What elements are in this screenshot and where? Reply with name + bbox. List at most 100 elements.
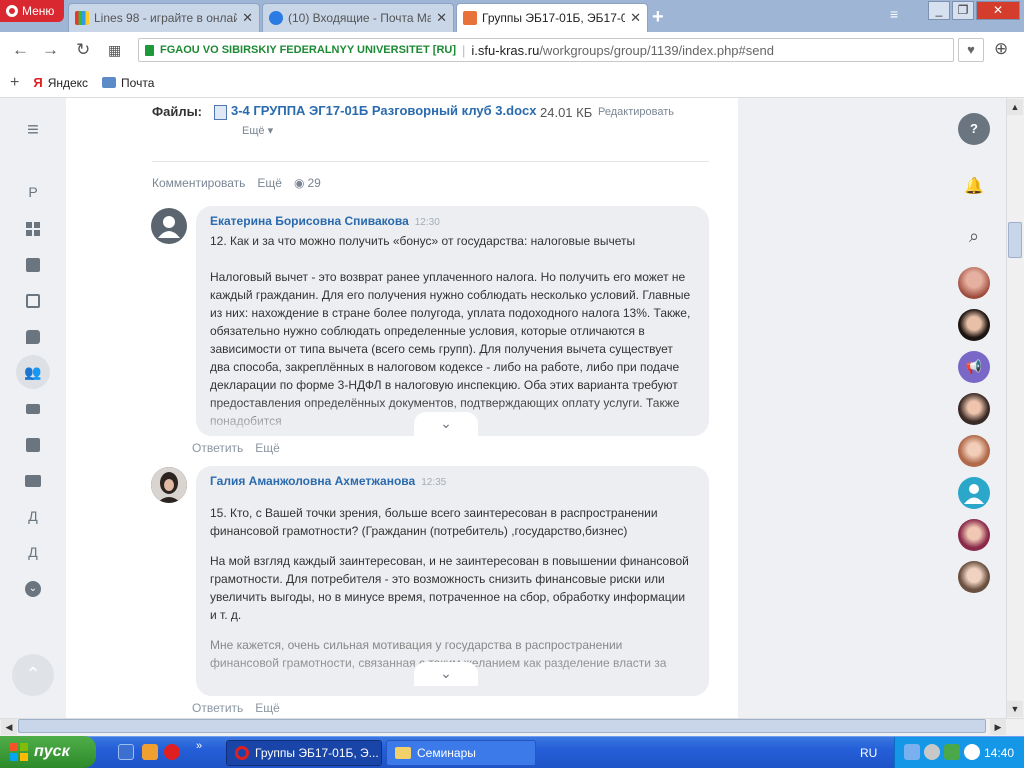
tab-groups[interactable]: Группы ЭБ17-01Б, ЭБ17-02Б ✕ bbox=[456, 3, 648, 32]
comment-author[interactable]: Галия Аманжоловна Ахметжанова 12:35 bbox=[210, 474, 446, 488]
comment-bubble: Екатерина Борисовна Спивакова 12:30 12. К… bbox=[196, 206, 709, 436]
reply-button[interactable]: Ответить bbox=[192, 701, 243, 715]
menu-label: Меню bbox=[22, 4, 55, 18]
close-icon[interactable]: ✕ bbox=[436, 10, 447, 26]
nav-letter-d2[interactable]: Д bbox=[20, 539, 46, 565]
user-silhouette-icon[interactable] bbox=[958, 477, 990, 509]
bookmark-mail[interactable]: Почта bbox=[102, 76, 154, 90]
file-edit-link[interactable]: Редактировать bbox=[598, 106, 674, 118]
opera-icon bbox=[235, 746, 249, 760]
comment-author[interactable]: Екатерина Борисовна Спивакова 12:30 bbox=[210, 214, 440, 228]
vertical-scrollbar[interactable] bbox=[1006, 98, 1024, 718]
scroll-up-icon[interactable]: ⌃ bbox=[12, 654, 54, 696]
quicklaunch-expand-icon[interactable]: » bbox=[196, 740, 202, 752]
task-label: Группы ЭБ17-01Б, Э... bbox=[255, 746, 379, 760]
tab-menu-icon[interactable]: ≡ bbox=[890, 6, 898, 22]
search-icon[interactable]: ⌕ bbox=[960, 222, 988, 250]
hamburger-icon[interactable]: ≡ bbox=[20, 117, 46, 143]
file-more-link[interactable]: Ещё ▾ bbox=[242, 124, 273, 137]
chat-icon[interactable] bbox=[20, 323, 46, 349]
tray-icon[interactable] bbox=[944, 744, 960, 760]
bell-icon[interactable]: 🔔 bbox=[960, 173, 988, 201]
contact-avatar[interactable] bbox=[958, 267, 990, 299]
contact-avatar[interactable] bbox=[958, 393, 990, 425]
opera-icon[interactable] bbox=[164, 744, 180, 760]
scroll-left-arrow-icon[interactable]: ◀ bbox=[1, 719, 17, 735]
mail-favicon-icon bbox=[269, 11, 283, 25]
task-opera[interactable]: Группы ЭБ17-01Б, Э... bbox=[226, 740, 382, 766]
help-icon[interactable]: ? bbox=[958, 113, 990, 145]
contact-avatar[interactable] bbox=[958, 309, 990, 341]
avatar[interactable] bbox=[151, 467, 187, 503]
post-more-button[interactable]: Ещё bbox=[257, 176, 282, 190]
speed-dial-icon[interactable]: ▦ bbox=[108, 42, 121, 59]
scroll-down-arrow-icon[interactable]: ▼ bbox=[1007, 701, 1023, 717]
back-icon[interactable]: ← bbox=[12, 40, 29, 60]
start-button[interactable]: пуск bbox=[0, 736, 96, 768]
files-label: Файлы: bbox=[152, 104, 203, 119]
tasks-icon[interactable] bbox=[20, 287, 46, 313]
scroll-right-arrow-icon[interactable]: ▶ bbox=[990, 719, 1006, 735]
calendar-icon[interactable] bbox=[20, 431, 46, 457]
lock-icon bbox=[145, 44, 154, 56]
show-desktop-icon[interactable] bbox=[118, 744, 134, 760]
groups-icon[interactable]: 👥 bbox=[16, 355, 50, 389]
nav-letter-r[interactable]: Р bbox=[20, 179, 46, 205]
divider bbox=[152, 161, 709, 162]
comment-more-button[interactable]: Ещё bbox=[255, 701, 280, 715]
tab-mail[interactable]: (10) Входящие - Почта Mail.R ✕ bbox=[262, 3, 454, 32]
url-field[interactable]: FGAOU VO SIBIRSKIY FEDERALNYY UNIVERSITE… bbox=[138, 38, 954, 62]
comment-paragraph: 12. Как и за что можно получить «бонус» … bbox=[210, 234, 636, 248]
new-tab-icon[interactable]: + bbox=[652, 6, 664, 29]
contact-avatar[interactable] bbox=[958, 561, 990, 593]
heart-icon[interactable]: ♥ bbox=[958, 38, 984, 62]
contact-avatar[interactable] bbox=[958, 435, 990, 467]
comment-time: 12:30 bbox=[414, 217, 440, 228]
task-folder[interactable]: Семинары bbox=[386, 740, 536, 766]
reload-icon[interactable]: ↻ bbox=[76, 40, 90, 60]
network-icon[interactable] bbox=[904, 744, 920, 760]
close-window-icon[interactable]: ✕ bbox=[976, 1, 1020, 20]
maximize-icon[interactable]: ❐ bbox=[952, 1, 974, 20]
forward-icon[interactable]: → bbox=[42, 40, 59, 60]
comment-button[interactable]: Комментировать bbox=[152, 176, 245, 190]
newsfeed-icon[interactable] bbox=[20, 251, 46, 277]
contacts-icon[interactable] bbox=[20, 467, 46, 493]
megaphone-icon[interactable]: 📢 bbox=[958, 351, 990, 383]
comment-more-button[interactable]: Ещё bbox=[255, 441, 280, 455]
drive-icon[interactable] bbox=[20, 395, 46, 421]
close-icon[interactable]: ✕ bbox=[630, 10, 641, 26]
quicklaunch-icon[interactable] bbox=[142, 744, 158, 760]
horizontal-scroll-thumb[interactable] bbox=[18, 719, 986, 733]
expand-chevron-icon[interactable]: ⌄ bbox=[414, 412, 478, 436]
comment-bubble: Галия Аманжоловна Ахметжанова 12:35 15. К… bbox=[196, 466, 709, 696]
comment-time: 12:35 bbox=[421, 477, 447, 488]
file-more-label: Ещё bbox=[242, 125, 265, 137]
tray-icon[interactable] bbox=[924, 744, 940, 760]
close-icon[interactable]: ✕ bbox=[242, 10, 253, 26]
comment-paragraph: 15. Кто, с Вашей точки зрения, больше вс… bbox=[210, 506, 658, 538]
more-icon[interactable]: ⌄ bbox=[20, 575, 46, 601]
expand-chevron-icon[interactable]: ⌄ bbox=[414, 662, 478, 686]
tab-lines98[interactable]: Lines 98 - играйте в онлайн ✕ bbox=[68, 3, 260, 32]
minimize-icon[interactable]: _ bbox=[928, 1, 950, 20]
dashboard-icon[interactable] bbox=[20, 215, 46, 241]
bookmark-yandex[interactable]: Я Яндекс bbox=[33, 75, 88, 90]
scroll-up-arrow-icon[interactable]: ▲ bbox=[1007, 99, 1023, 115]
speaker-icon[interactable] bbox=[964, 744, 980, 760]
task-label: Семинары bbox=[417, 746, 476, 760]
scroll-thumb[interactable] bbox=[1008, 222, 1022, 258]
language-indicator[interactable]: RU bbox=[860, 746, 877, 760]
file-link[interactable]: 3-4 ГРУППА ЭГ17-01Б Разговорный клуб 3.d… bbox=[231, 103, 536, 118]
contact-avatar[interactable] bbox=[958, 519, 990, 551]
mail-icon bbox=[102, 77, 117, 88]
download-icon[interactable]: ⊕ bbox=[994, 39, 1008, 59]
browser-menu-button[interactable]: Меню bbox=[0, 0, 64, 22]
avatar[interactable] bbox=[151, 208, 187, 244]
author-name: Екатерина Борисовна Спивакова bbox=[210, 214, 409, 228]
docx-file-icon bbox=[214, 105, 227, 120]
opera-icon bbox=[6, 5, 18, 17]
reply-button[interactable]: Ответить bbox=[192, 441, 243, 455]
nav-letter-d1[interactable]: Д bbox=[20, 503, 46, 529]
add-bookmark-icon[interactable]: + bbox=[10, 74, 19, 92]
